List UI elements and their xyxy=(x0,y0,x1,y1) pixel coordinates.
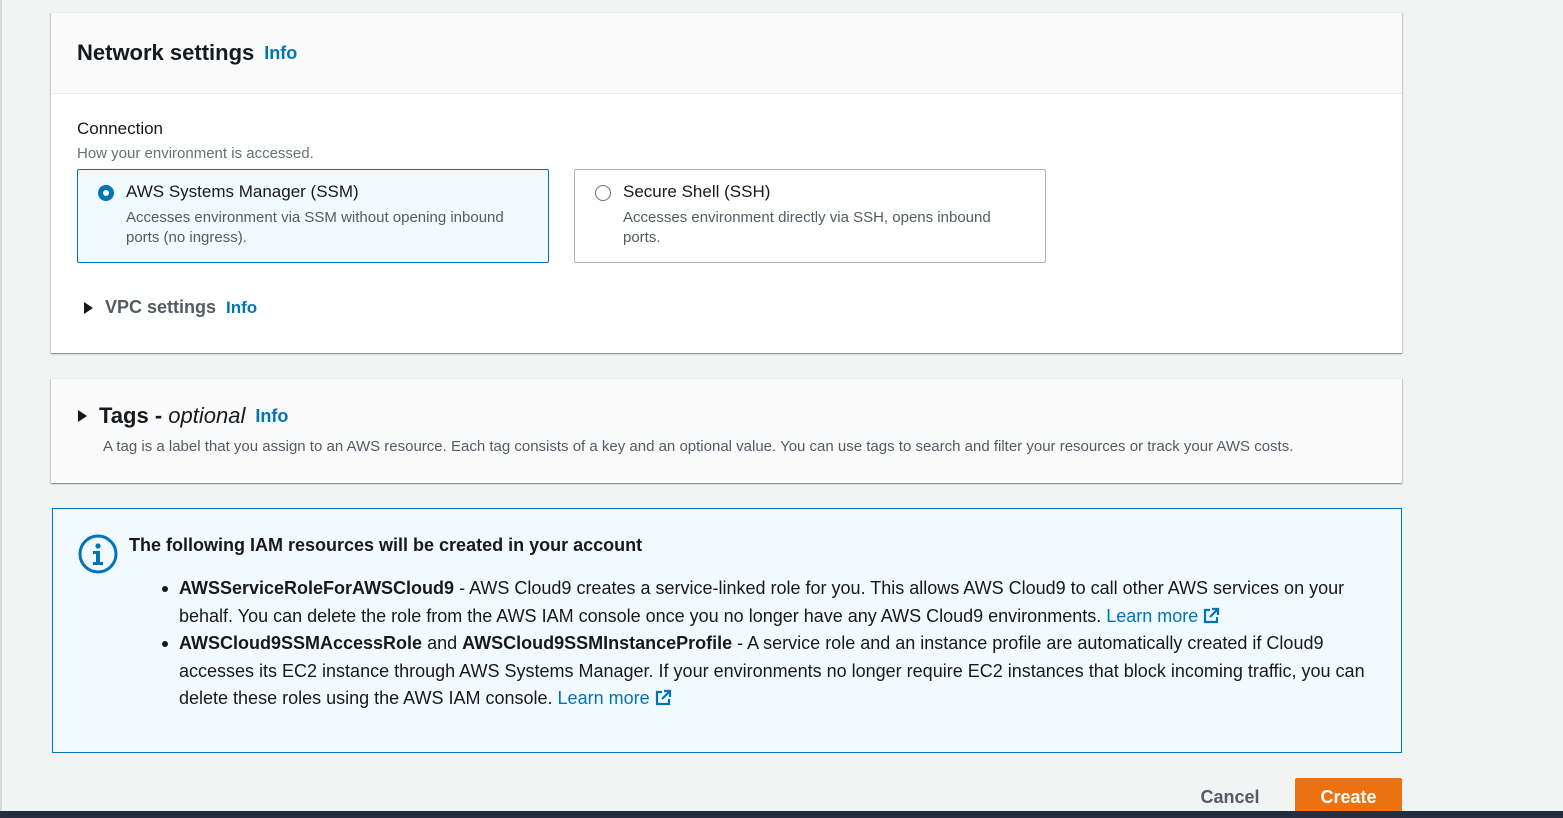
ssm-instance-profile-name: AWSCloud9SSMInstanceProfile xyxy=(462,633,733,653)
network-settings-header: Network settings Info xyxy=(51,13,1402,94)
page-left-border xyxy=(0,0,2,818)
alert-list-item: AWSServiceRoleForAWSCloud9 - AWS Cloud9 … xyxy=(162,575,1389,630)
cancel-button[interactable]: Cancel xyxy=(1180,779,1280,815)
connection-label: Connection xyxy=(77,119,164,138)
caret-right-icon xyxy=(78,410,87,422)
vpc-settings-info-link[interactable]: Info xyxy=(226,298,257,318)
alert-item2-and: and xyxy=(422,633,463,653)
ssm-access-role-name: AWSCloud9SSMAccessRole xyxy=(179,633,423,653)
info-circle-icon xyxy=(78,534,118,574)
ssm-radio-button[interactable] xyxy=(98,185,114,201)
tags-expander[interactable]: Tags - optional Info xyxy=(78,403,288,429)
connection-option-ssm[interactable]: AWS Systems Manager (SSM) Accesses envir… xyxy=(77,169,549,263)
tags-title-text: Tags - xyxy=(99,403,169,428)
service-role-name: AWSServiceRoleForAWSCloud9 xyxy=(179,578,455,598)
vpc-settings-label: VPC settings xyxy=(105,297,217,317)
bottom-footer-bar xyxy=(0,811,1563,818)
connection-option-ssh[interactable]: Secure Shell (SSH) Accesses environment … xyxy=(574,169,1046,263)
network-settings-panel: Network settings Info Connection How you… xyxy=(51,12,1402,353)
tags-title-optional: optional xyxy=(168,403,246,428)
ssm-option-title: AWS Systems Manager (SSM) xyxy=(126,182,359,201)
vpc-settings-expander[interactable]: VPC settings Info xyxy=(84,297,257,318)
external-link-icon[interactable] xyxy=(1202,607,1220,625)
learn-more-link[interactable]: Learn more xyxy=(1106,606,1198,626)
connection-description: How your environment is accessed. xyxy=(77,145,314,162)
external-link-icon[interactable] xyxy=(654,689,672,707)
network-settings-title: Network settings xyxy=(77,40,255,65)
iam-resources-alert: The following IAM resources will be crea… xyxy=(52,508,1402,753)
alert-list-item: AWSCloud9SSMAccessRole and AWSCloud9SSMI… xyxy=(162,630,1389,713)
tags-description: A tag is a label that you assign to an A… xyxy=(103,438,1294,455)
ssh-option-description: Accesses environment directly via SSH, o… xyxy=(623,209,991,246)
learn-more-link[interactable]: Learn more xyxy=(558,688,650,708)
ssm-option-description: Accesses environment via SSM without ope… xyxy=(126,209,504,246)
alert-title: The following IAM resources will be crea… xyxy=(129,535,643,555)
tags-panel: Tags - optional Info A tag is a label th… xyxy=(51,378,1402,483)
alert-list: AWSServiceRoleForAWSCloud9 - AWS Cloud9 … xyxy=(162,575,1389,713)
ssh-radio-button[interactable] xyxy=(595,185,611,201)
tags-info-link[interactable]: Info xyxy=(255,406,288,427)
ssh-option-title: Secure Shell (SSH) xyxy=(623,182,771,201)
network-settings-info-link[interactable]: Info xyxy=(264,43,297,64)
tags-title: Tags - optional xyxy=(99,403,245,429)
caret-right-icon xyxy=(84,301,93,314)
